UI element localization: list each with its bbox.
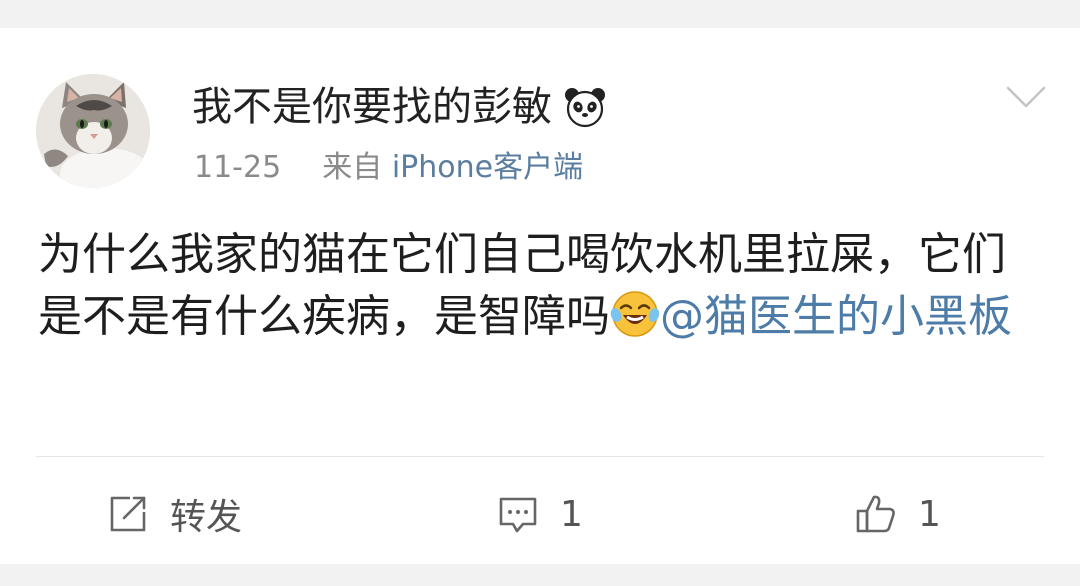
divider xyxy=(36,456,1044,457)
post-date: 11-25 xyxy=(194,150,282,185)
laughing-crying-emoji-icon xyxy=(610,289,660,339)
mention-link[interactable]: @猫医生的小黑板 xyxy=(660,291,1012,342)
post-author[interactable]: 我不是你要找的彭敏 xyxy=(192,80,608,134)
thumbs-up-icon xyxy=(854,492,898,536)
source-prefix: 来自 xyxy=(322,150,383,185)
avatar[interactable] xyxy=(36,74,150,188)
post-text-line-1: 为什么我家的猫在它们自己喝饮水机里拉 xyxy=(38,229,830,280)
chevron-down-icon[interactable] xyxy=(1004,82,1048,112)
post-content: 为什么我家的猫在它们自己喝饮水机里拉屎，它们是不是有什么疾病，是智障吗 @猫医生… xyxy=(38,224,1043,348)
comment-icon xyxy=(496,492,540,536)
source-app[interactable]: iPhone客户端 xyxy=(392,150,583,185)
repost-icon xyxy=(106,492,150,536)
mention-at[interactable]: @ xyxy=(660,291,704,342)
like-count[interactable]: 1 xyxy=(918,494,941,535)
like-button[interactable]: 1 xyxy=(854,490,941,538)
post-meta: 11-25 来自 iPhone客户端 xyxy=(194,148,583,188)
panda-icon xyxy=(562,84,608,130)
mention-name[interactable]: 猫医生的小黑板 xyxy=(704,291,1012,342)
repost-button[interactable]: 转发 xyxy=(106,490,242,538)
comment-button[interactable]: 1 xyxy=(496,490,583,538)
comment-count[interactable]: 1 xyxy=(560,494,583,535)
cat-avatar-icon xyxy=(36,74,150,188)
repost-label[interactable]: 转发 xyxy=(170,488,242,540)
weibo-post-card: 我不是你要找的彭敏 11-25 来自 iPhone客户端 为什么我家的猫在它们自… xyxy=(0,28,1080,564)
username-text[interactable]: 我不是你要找的彭敏 xyxy=(192,80,552,134)
